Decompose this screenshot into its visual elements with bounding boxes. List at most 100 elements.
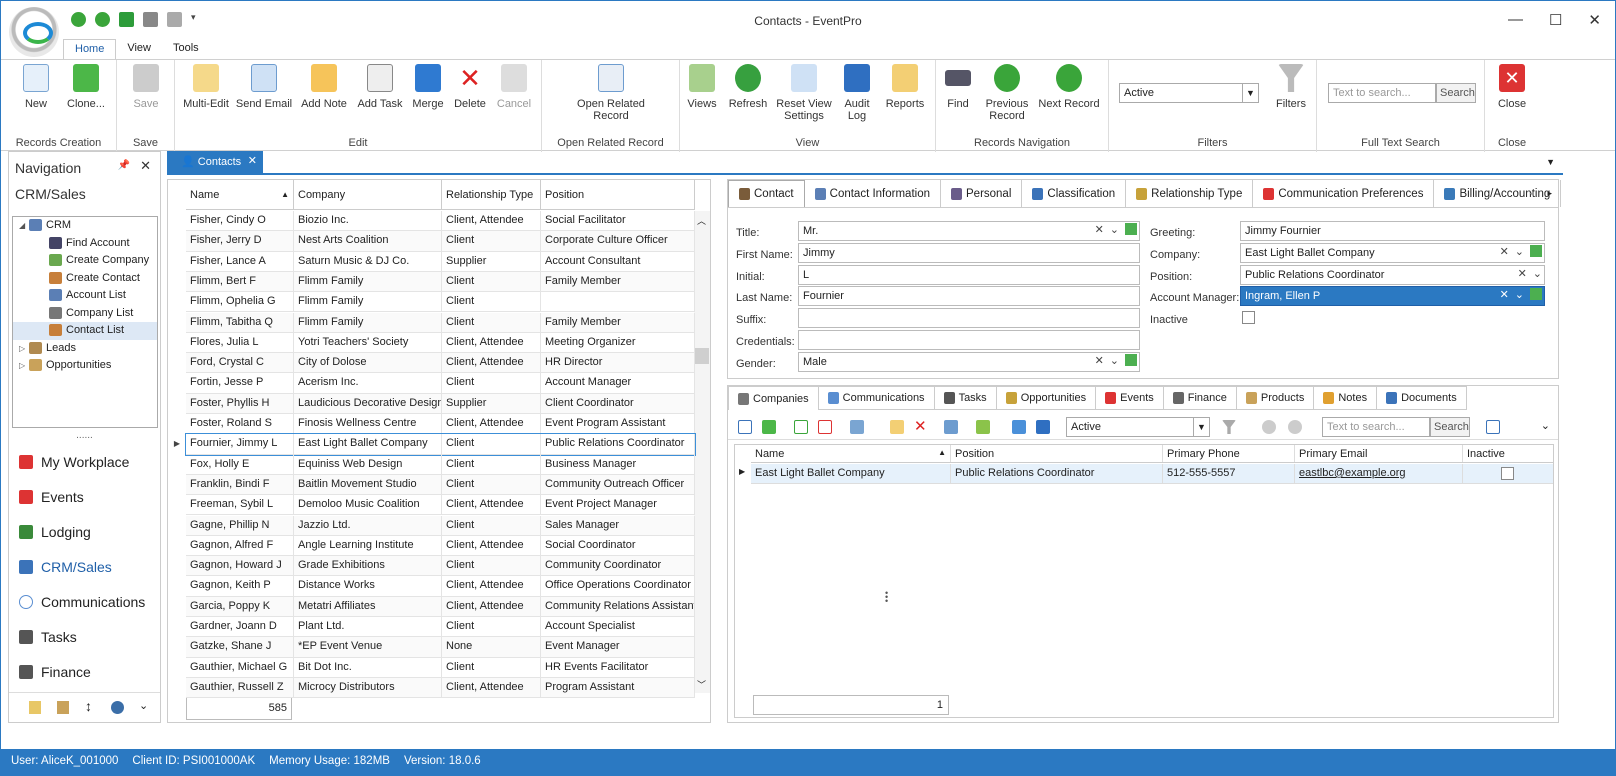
document-tab-contacts[interactable]: 👤 Contacts ✕: [167, 151, 263, 173]
table-row[interactable]: Fisher, Lance A Saturn Music & DJ Co. Supp…: [186, 251, 695, 272]
nav-tree-item[interactable]: Find Account: [13, 235, 157, 253]
note-icon[interactable]: [29, 701, 41, 714]
lodging-icon[interactable]: [57, 701, 69, 714]
chevron-down-icon[interactable]: ⌄: [1515, 245, 1524, 258]
nav-tree-item[interactable]: ◢ CRM: [13, 217, 157, 235]
chevron-down-icon[interactable]: ⌄: [139, 699, 148, 712]
scroll-thumb[interactable]: [695, 348, 709, 364]
views-icon[interactable]: [976, 420, 990, 434]
clear-icon[interactable]: ✕: [1500, 245, 1509, 258]
initial-field[interactable]: L: [798, 265, 1140, 285]
tab-tools[interactable]: Tools: [162, 39, 210, 59]
email-icon[interactable]: [850, 420, 864, 434]
related-search-button[interactable]: Search: [1430, 417, 1470, 437]
nav-tree-item[interactable]: ▷ Leads: [13, 340, 157, 358]
related-tab-companies[interactable]: Companies: [728, 386, 819, 410]
account-manager-field[interactable]: Ingram, Ellen P ✕ ⌄: [1240, 286, 1545, 306]
tab-home[interactable]: Home: [63, 39, 117, 59]
related-row[interactable]: East Light Ballet Company Public Relatio…: [751, 464, 1553, 484]
table-row[interactable]: Foster, Roland S Finosis Wellness Centre C…: [186, 414, 695, 435]
table-row[interactable]: Gardner, Joann D Plant Ltd. Client Account …: [186, 617, 695, 638]
table-row[interactable]: Gauthier, Russell Z Microcy Distributors C…: [186, 677, 695, 699]
table-row[interactable]: Fortin, Jesse P Acerism Inc. Client Account…: [186, 373, 695, 394]
nav-tree-item[interactable]: Account List: [13, 287, 157, 305]
audit-log-button[interactable]: Audit Log: [838, 64, 876, 122]
new-button[interactable]: New: [15, 64, 57, 110]
table-row[interactable]: Gatzke, Shane J *EP Event Venue None Event …: [186, 637, 695, 658]
table-row[interactable]: Freeman, Sybil L Demoloo Music Coalition C…: [186, 495, 695, 516]
expand-icon[interactable]: ▷: [19, 357, 29, 374]
nav-tree-item[interactable]: Create Contact: [13, 270, 157, 288]
related-tab-finance[interactable]: Finance: [1163, 386, 1237, 410]
refresh-button[interactable]: Refresh: [724, 64, 772, 110]
add-task-button[interactable]: Add Task: [355, 64, 405, 110]
next-record-button[interactable]: Next Record: [1036, 64, 1102, 110]
send-email-button[interactable]: Send Email: [235, 64, 293, 110]
views-button[interactable]: Views: [684, 64, 720, 110]
table-row[interactable]: Fox, Holly E Equiniss Web Design Client Bus…: [186, 454, 695, 475]
table-row[interactable]: Gagnon, Alfred F Angle Learning Institute…: [186, 535, 695, 557]
company-field[interactable]: East Light Ballet Company ✕ ⌄: [1240, 243, 1545, 263]
table-row[interactable]: Garcia, Poppy K Metatri Affiliates Client,…: [186, 596, 695, 617]
tab-view[interactable]: View: [116, 39, 162, 59]
open-icon[interactable]: [944, 420, 958, 434]
expand-icon[interactable]: ◢: [19, 217, 29, 234]
nav-tree-item[interactable]: ▷ Opportunities: [13, 357, 157, 375]
inactive-checkbox[interactable]: [1501, 467, 1514, 480]
column-header-primary-email[interactable]: Primary Email: [1295, 445, 1463, 462]
detail-tab-contact[interactable]: Contact: [728, 180, 805, 207]
multi-edit-button[interactable]: Multi-Edit: [181, 64, 231, 110]
nav-module-events[interactable]: Events: [9, 479, 160, 514]
scroll-up-icon[interactable]: ︿: [697, 214, 706, 227]
related-tab-documents[interactable]: Documents: [1377, 386, 1467, 410]
nav-module-my-workplace[interactable]: My Workplace: [9, 444, 160, 479]
column-header-company[interactable]: Company: [294, 180, 442, 209]
column-header-name[interactable]: Name ▲: [186, 180, 294, 209]
column-header-relationship-type[interactable]: Relationship Type: [442, 180, 541, 209]
find-button[interactable]: Find: [938, 64, 978, 110]
clear-icon[interactable]: ✕: [1095, 223, 1104, 236]
inactive-checkbox[interactable]: [1242, 311, 1255, 324]
table-row[interactable]: Gagne, Phillip N Jazzio Ltd. Client Sales M…: [186, 515, 695, 536]
table-row[interactable]: Gauthier, Michael G Bit Dot Inc. Client HR …: [186, 657, 695, 678]
funnel-icon[interactable]: [1222, 420, 1236, 434]
filters-button[interactable]: Filters: [1269, 64, 1313, 110]
arrow-up-icon[interactable]: [1262, 420, 1276, 434]
nav-module-finance[interactable]: Finance: [9, 654, 160, 689]
grid-scrollbar[interactable]: ︿ ﹀: [694, 211, 710, 693]
clear-icon[interactable]: ✕: [1518, 267, 1527, 280]
column-header-position[interactable]: Position: [541, 180, 695, 209]
add-icon[interactable]: [794, 420, 808, 434]
clone-button[interactable]: Clone...: [63, 64, 109, 110]
detail-tab-classification[interactable]: Classification: [1022, 180, 1127, 207]
cell-email-link[interactable]: eastlbc@example.org: [1295, 464, 1463, 483]
expand-icon[interactable]: ▷: [19, 340, 29, 357]
detail-tab-billing-accounting[interactable]: Billing/Accounting: [1434, 180, 1562, 207]
column-header-primary-phone[interactable]: Primary Phone: [1163, 445, 1295, 462]
refresh-view-icon[interactable]: [1012, 420, 1026, 434]
table-row[interactable]: Fisher, Cindy O Biozio Inc. Client, Attend…: [186, 211, 695, 232]
add-note-button[interactable]: Add Note: [299, 64, 349, 110]
scroll-left-icon[interactable]: ◂: [1529, 188, 1534, 199]
related-tab-products[interactable]: Products: [1236, 386, 1315, 410]
clone-icon[interactable]: [762, 420, 776, 434]
nav-module-communications[interactable]: Communications: [9, 584, 160, 619]
delete-button[interactable]: ✕ Delete: [451, 64, 489, 110]
table-row[interactable]: Gagnon, Howard J Grade Exhibitions Client C…: [186, 556, 695, 577]
column-header-position[interactable]: Position: [951, 445, 1163, 462]
clear-icon[interactable]: ✕: [1095, 354, 1104, 367]
chevron-down-icon[interactable]: ▼: [1546, 157, 1555, 167]
gender-field[interactable]: Male ✕ ⌄: [798, 352, 1140, 372]
new-icon[interactable]: [738, 420, 752, 434]
table-row[interactable]: Flores, Julia L Yotri Teachers' Society Cl…: [186, 332, 695, 354]
chevron-down-icon[interactable]: ⌄: [1533, 267, 1542, 280]
table-row[interactable]: Gagnon, Keith P Distance Works Client, Att…: [186, 576, 695, 597]
column-header-name[interactable]: Name ▲: [751, 445, 951, 462]
close-tab-icon[interactable]: ✕: [248, 154, 257, 167]
table-row[interactable]: Ford, Crystal C City of Dolose Client, Att…: [186, 353, 695, 374]
credentials-field[interactable]: [798, 330, 1140, 350]
swap-icon[interactable]: ↕: [85, 698, 92, 714]
close-window-button[interactable]: ✕: [1588, 11, 1601, 29]
table-row[interactable]: Fisher, Jerry D Nest Arts Coalition Client…: [186, 231, 695, 252]
nav-module-tasks[interactable]: Tasks: [9, 619, 160, 654]
